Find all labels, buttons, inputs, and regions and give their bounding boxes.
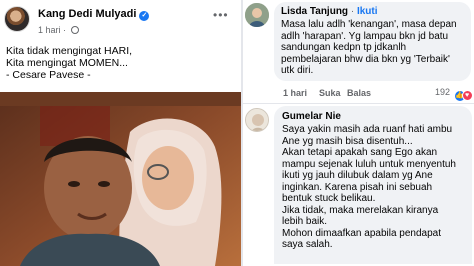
comment: Lisda Tanjung · Ikuti Masa lalu adlh 'ke…	[243, 0, 474, 103]
like-button[interactable]: Suka	[319, 88, 341, 98]
post-photo-image	[0, 92, 241, 266]
comment-bubble: Lisda Tanjung · Ikuti Masa lalu adlh 'ke…	[274, 2, 471, 81]
author-name-text[interactable]: Kang Dedi Mulyadi	[38, 8, 136, 20]
post-line: Kita tidak mengingat HARI,	[6, 45, 133, 57]
author-name[interactable]: Kang Dedi Mulyadi ✓	[38, 8, 150, 21]
reply-button[interactable]: Balas	[347, 88, 371, 98]
follow-separator: ·	[348, 6, 357, 17]
comment-line: Ane yg masih bisa disentuh...	[282, 135, 413, 147]
comment-line: ikuti yg jauh dilubuk dalam yg Ane	[282, 170, 433, 181]
commenter-avatar-image	[246, 109, 268, 131]
comment-bubble: Gumelar Nie Saya yakin masih ada ruanf h…	[274, 106, 472, 264]
comment-line: Akan tetapi apakah sang Ego akan	[282, 147, 438, 158]
comment-line: inginkan. Karena pisah ini sebuah	[282, 181, 433, 193]
love-reaction-icon: ♥	[461, 90, 473, 101]
comment-line: sandungan kedpn tp jdkanlh	[281, 42, 407, 54]
verified-badge-icon: ✓	[139, 11, 150, 21]
comments-panel: Lisda Tanjung · Ikuti Masa lalu adlh 'ke…	[243, 0, 474, 266]
post-text: Kita tidak mengingat HARI, Kita menginga…	[6, 45, 238, 81]
facebook-post: Kang Dedi Mulyadi ✓ 1 hari · ••• Kita tid…	[0, 0, 241, 266]
comment-text: Masa lalu adlh 'kenangan', masa depan ad…	[281, 19, 464, 77]
follow-button[interactable]: Ikuti	[357, 6, 378, 17]
comment-text: Saya yakin masih ada ruanf hati ambu Ane…	[282, 124, 464, 251]
comment-line: utk diri.	[281, 65, 314, 77]
reaction-summary[interactable]: 192 👍♥	[435, 87, 473, 101]
post-line: - Cesare Pavese -	[6, 69, 91, 81]
author-avatar[interactable]	[4, 6, 30, 32]
comment-line: saya salah.	[282, 239, 333, 250]
comment-line: Jika tidak, maka merelakan kiranya	[282, 204, 439, 216]
comment: Gumelar Nie Saya yakin masih ada ruanf h…	[243, 104, 474, 266]
comment-time[interactable]: 1 hari	[283, 88, 307, 98]
post-meta: 1 hari ·	[38, 25, 79, 35]
comment-line: lebih baik.	[282, 216, 328, 227]
commenter-name: Lisda Tanjung · Ikuti	[281, 6, 464, 17]
comment-line: Mohon dimaafkan apabila pendapat	[282, 227, 442, 239]
post-line: Kita mengingat MOMEN...	[6, 57, 128, 69]
more-options-icon[interactable]: •••	[213, 8, 229, 22]
commenter-avatar[interactable]	[245, 3, 269, 27]
comment-line: Saya yakin masih ada ruanf hati ambu	[282, 124, 453, 135]
comment-line: pembelajaran bhw dia bkn yg 'Terbaik'	[281, 53, 450, 65]
commenter-name[interactable]: Gumelar Nie	[282, 111, 464, 122]
commenter-name-text[interactable]: Lisda Tanjung	[281, 6, 348, 17]
globe-icon	[70, 26, 79, 34]
commenter-avatar[interactable]	[245, 108, 269, 132]
comment-line: Masa lalu adlh 'kenangan', masa depan	[281, 19, 457, 30]
reaction-count: 192	[435, 87, 451, 97]
commenter-avatar-image	[245, 3, 269, 27]
post-photo[interactable]	[0, 92, 241, 266]
comment-line: mampu sejenak luluh untuk menyentuh	[282, 158, 456, 170]
comment-line: adlh 'harapan'. Yg lampau bkn jd batu	[281, 30, 449, 42]
post-time[interactable]: 1 hari	[38, 25, 61, 35]
comment-actions: 1 hari Suka Balas 192 👍♥	[283, 87, 473, 101]
comment-line: bentuk stuck belikau.	[282, 193, 376, 204]
post-header: Kang Dedi Mulyadi ✓ 1 hari · •••	[0, 0, 241, 40]
